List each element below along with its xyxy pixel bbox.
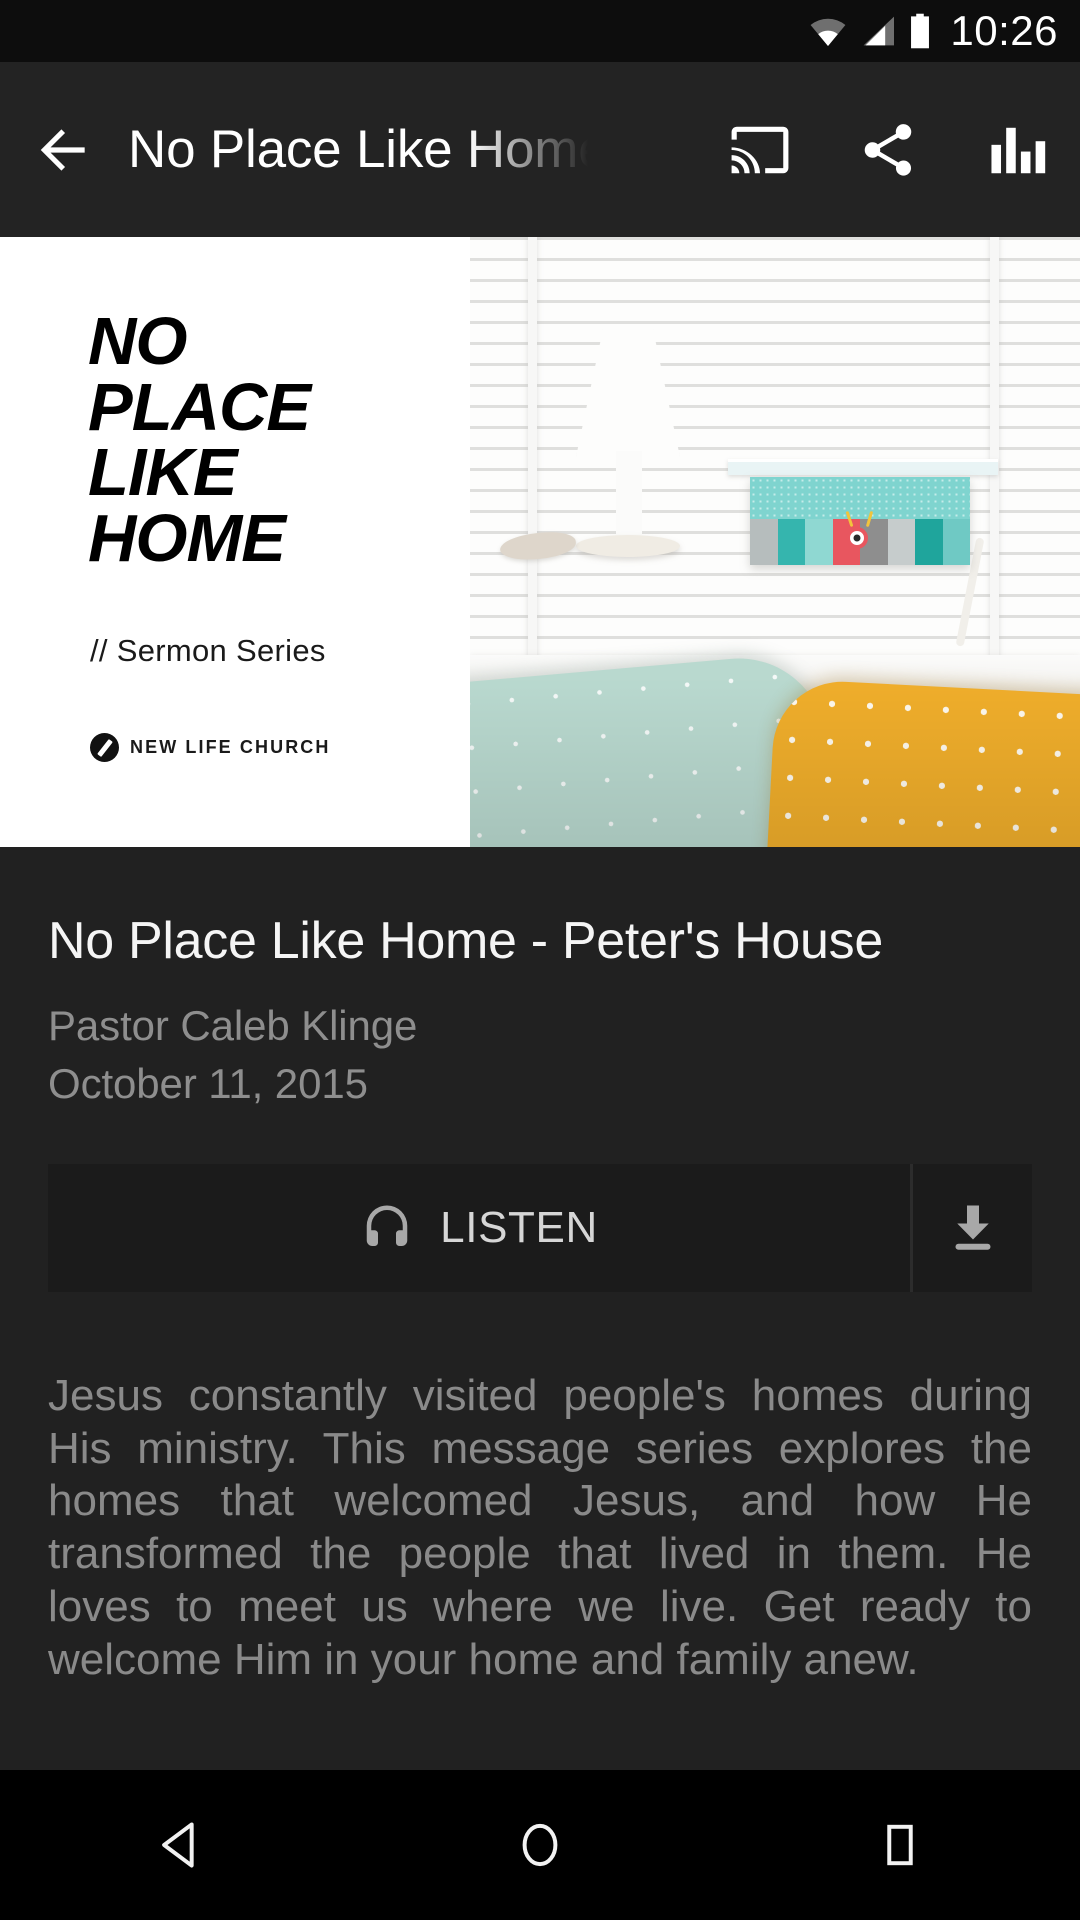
app-bar-actions [696, 62, 1080, 237]
share-icon [864, 123, 912, 176]
artwork-subtitle: // Sermon Series [90, 633, 326, 668]
sermon-date: October 11, 2015 [48, 1059, 368, 1107]
nav-back-icon [162, 1822, 194, 1868]
sermon-description: Jesus constantly visited people's homes … [48, 1370, 1032, 1684]
nav-recents-button[interactable] [800, 1770, 1000, 1920]
storage-box-lid [750, 477, 970, 519]
arrow-back-icon [40, 128, 85, 171]
download-button[interactable] [910, 1163, 1032, 1292]
window-frame [990, 237, 999, 669]
android-nav-bar [0, 1770, 1080, 1920]
church-logo-mark-icon [90, 733, 119, 762]
listen-label: LISTEN [440, 1202, 598, 1252]
sermon-details: No Place Like Home - Peter's House Pasto… [0, 847, 1080, 1687]
sermon-speaker: Pastor Caleb Klinge [48, 1002, 418, 1049]
app-screen: 10:26 No Place Like Home NO PLACE LIKE H… [0, 0, 1080, 1920]
storage-tray [728, 459, 998, 475]
lamp-stem [616, 451, 642, 541]
artwork-title-line: LIKE [88, 435, 238, 511]
artwork-title-line: PLACE [88, 369, 311, 445]
nav-recents-icon [887, 1824, 913, 1866]
nav-home-button[interactable] [440, 1770, 640, 1920]
cast-button[interactable] [696, 62, 824, 237]
artwork-title: NO PLACE LIKE HOME [88, 304, 311, 576]
window-frame [528, 237, 537, 669]
equalizer-icon [991, 127, 1046, 173]
status-bar: 10:26 [0, 0, 1080, 62]
download-icon [955, 1205, 990, 1250]
app-bar-title: No Place Like Home [128, 120, 608, 179]
wifi-icon [810, 18, 846, 47]
window-blinds [470, 237, 1080, 669]
share-button[interactable] [824, 62, 952, 237]
nav-home-icon [522, 1823, 558, 1867]
hero-artwork[interactable]: NO PLACE LIKE HOME // Sermon Series NEW … [0, 237, 1080, 847]
headphones-icon [366, 1205, 408, 1246]
hero-photo [470, 237, 1080, 847]
church-logo-text: NEW LIFE CHURCH [130, 737, 331, 757]
equalizer-button[interactable] [952, 62, 1080, 237]
battery-icon [911, 13, 930, 49]
cast-icon [731, 126, 789, 173]
back-button[interactable] [0, 62, 128, 237]
status-bar-clock: 10:26 [950, 7, 1058, 54]
cellular-signal-icon [863, 16, 895, 46]
pillow-yellow [764, 678, 1080, 847]
artwork-title-line: HOME [88, 500, 286, 576]
action-row: LISTEN [48, 1163, 1032, 1292]
nav-back-button[interactable] [80, 1770, 280, 1920]
lamp-base [576, 535, 680, 557]
app-bar: No Place Like Home [0, 62, 1080, 237]
church-logo: NEW LIFE CHURCH [90, 733, 331, 762]
storage-box [750, 477, 970, 565]
artwork-title-line: NO [88, 304, 188, 379]
series-artwork-panel: NO PLACE LIKE HOME // Sermon Series NEW … [0, 237, 470, 847]
app-bar-title-container: No Place Like Home [128, 62, 696, 237]
monster-eye-icon [846, 527, 868, 549]
sermon-title: No Place Like Home - Peter's House [48, 912, 883, 970]
listen-button[interactable]: LISTEN [48, 1163, 910, 1292]
